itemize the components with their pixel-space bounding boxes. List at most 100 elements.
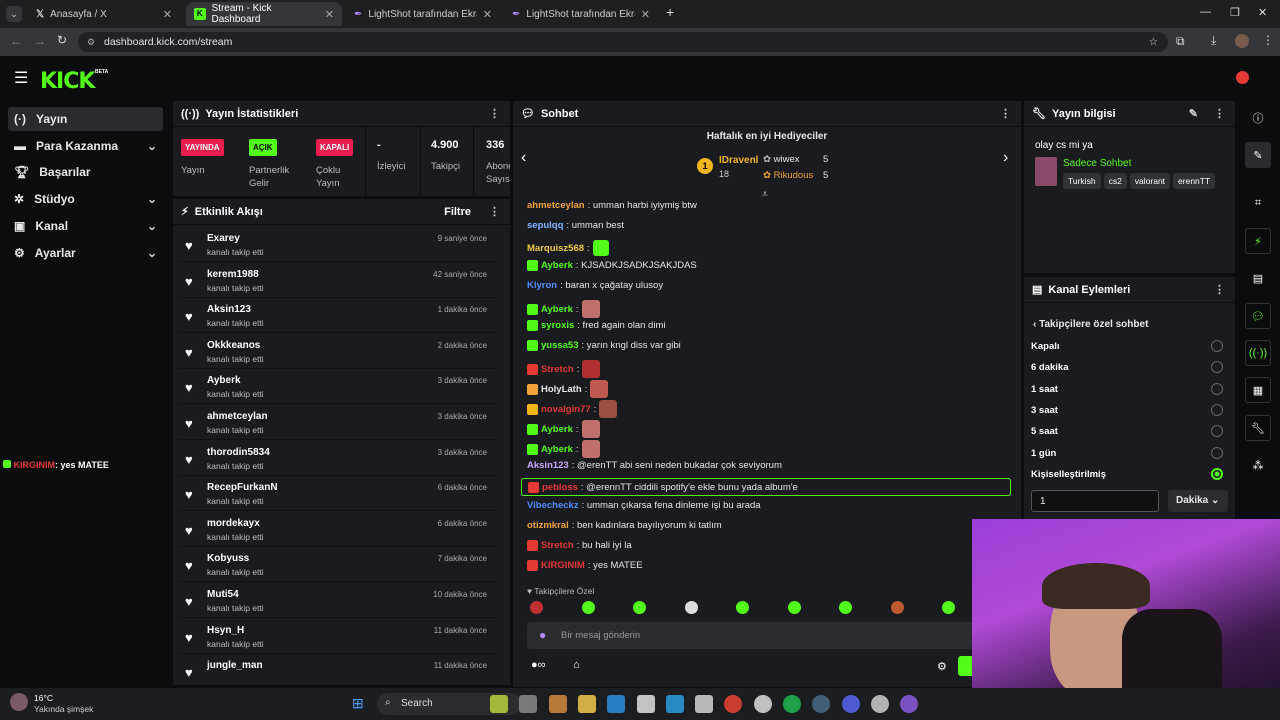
- store-icon[interactable]: [636, 695, 655, 713]
- follower-name[interactable]: Hsyn_H: [207, 625, 244, 636]
- sidebar-item-kanal[interactable]: ▣ Kanal ⌄: [8, 214, 163, 238]
- radio-button[interactable]: [1211, 425, 1223, 438]
- duration-option[interactable]: Kapalı: [1031, 340, 1231, 352]
- mic-icon[interactable]: ●: [539, 628, 546, 642]
- chat-username[interactable]: Ayberk: [541, 424, 573, 435]
- chat-message[interactable]: ahmetceylan: umman harbi iyiymiş btw: [527, 200, 697, 211]
- menu-icon[interactable]: ⋮: [1262, 33, 1274, 47]
- chat-message[interactable]: Ayberk:: [527, 440, 600, 458]
- chat-message[interactable]: Vibecheckz: umman çıkarsa fena dinleme i…: [527, 500, 761, 511]
- tab-twitter[interactable]: 𝕏 Anasayfa / X ✕: [28, 2, 180, 26]
- points-icon[interactable]: ●∞: [531, 659, 546, 671]
- custom-duration-input[interactable]: 1: [1031, 490, 1159, 512]
- chat-message[interactable]: KIRGINIM: yes MATEE: [527, 560, 643, 571]
- duration-option[interactable]: 5 saat: [1031, 425, 1231, 438]
- follower-name[interactable]: RecepFurkanN: [207, 482, 278, 493]
- broadcast-rail-icon[interactable]: ((·)): [1245, 340, 1271, 366]
- follower-name[interactable]: Aksin123: [207, 304, 251, 315]
- app2-icon[interactable]: [753, 695, 772, 713]
- chat-username[interactable]: Ayberk: [541, 444, 573, 455]
- duration-option[interactable]: 6 dakika: [1031, 361, 1231, 374]
- close-icon[interactable]: ✕: [325, 8, 334, 21]
- chat-username[interactable]: Vibecheckz: [527, 500, 579, 511]
- emote-icon[interactable]: [684, 601, 698, 614]
- pen-icon[interactable]: ✎: [1245, 142, 1271, 168]
- kebab-menu-icon[interactable]: ⋮: [489, 107, 500, 120]
- category-link[interactable]: Sadece Sohbet: [1063, 158, 1131, 169]
- chat-message[interactable]: Ayberk:: [527, 420, 600, 438]
- chat-message[interactable]: sepulqq: umman best: [527, 220, 624, 231]
- tab-search-icon[interactable]: ⌄: [6, 6, 22, 22]
- chat-message[interactable]: Stretch: bu hali iyi la: [527, 540, 632, 551]
- obs-icon[interactable]: [870, 695, 889, 713]
- kick-logo[interactable]: KICK: [40, 69, 95, 94]
- copilot-icon[interactable]: [548, 695, 567, 713]
- chat-username[interactable]: Marquisz568: [527, 243, 584, 254]
- store-icon[interactable]: ⌂: [573, 659, 580, 671]
- chat-username[interactable]: Stretch: [541, 540, 574, 551]
- emote-icon[interactable]: [736, 601, 749, 614]
- chat-username[interactable]: HolyLath: [541, 384, 582, 395]
- emote-icon[interactable]: [581, 601, 595, 614]
- taskview-icon[interactable]: [519, 695, 538, 713]
- extensions-icon[interactable]: ⧉: [1176, 34, 1185, 49]
- follower-name[interactable]: mordekayx: [207, 518, 260, 529]
- minimize-icon[interactable]: —: [1200, 6, 1211, 18]
- send-button[interactable]: [958, 656, 972, 676]
- chat-username[interactable]: ahmetceylan: [527, 200, 585, 211]
- emote-icon[interactable]: [633, 601, 646, 614]
- follower-name[interactable]: jungle_man: [207, 660, 263, 671]
- site-info-icon[interactable]: ⚙: [87, 32, 95, 52]
- chat-username[interactable]: yussa53: [541, 340, 579, 351]
- duration-option[interactable]: 3 saat: [1031, 403, 1231, 416]
- chat-username[interactable]: syroxis: [541, 320, 574, 331]
- sidebar-item-para-kazanma[interactable]: ▬ Para Kazanma ⌄: [8, 134, 163, 158]
- dashboard-rail-icon[interactable]: ▦: [1245, 377, 1271, 403]
- document-icon[interactable]: ▤: [1245, 265, 1271, 291]
- emote-icon[interactable]: [530, 601, 543, 614]
- close-window-icon[interactable]: ✕: [1258, 6, 1267, 19]
- collapse-icon[interactable]: ⩡: [762, 189, 768, 200]
- chat-username[interactable]: novalgin77: [541, 404, 591, 415]
- follower-name[interactable]: thorodin5834: [207, 447, 270, 458]
- widget-icon[interactable]: [490, 695, 508, 713]
- filter-button[interactable]: Filtre: [444, 206, 471, 218]
- chat-input[interactable]: ● Bir mesaj gönderin: [527, 622, 987, 649]
- address-bar[interactable]: ⚙ dashboard.kick.com/stream ☆: [78, 32, 1168, 52]
- chat-settings-icon[interactable]: ⚙: [937, 660, 947, 673]
- close-icon[interactable]: ✕: [483, 8, 492, 21]
- back-icon[interactable]: ←: [10, 34, 22, 48]
- radio-button[interactable]: [1211, 403, 1223, 416]
- chat-message[interactable]: Aksin123: @erenTT abi seni neden bukadar…: [527, 460, 782, 471]
- chat-message[interactable]: yussa53: yarın kngl diss var gibi: [527, 340, 681, 351]
- sidebar-item-studyo[interactable]: ✲ Stüdyo ⌄: [8, 187, 163, 211]
- forward-icon[interactable]: →: [34, 34, 46, 48]
- chat-rail-icon[interactable]: 💬︎: [1245, 303, 1271, 329]
- radio-button[interactable]: [1211, 446, 1223, 459]
- edit-icon[interactable]: ✎: [1189, 107, 1198, 120]
- emote-icon[interactable]: [942, 601, 955, 614]
- unit-select[interactable]: Dakika ⌄: [1168, 490, 1228, 512]
- radio-button[interactable]: [1211, 467, 1223, 480]
- kebab-menu-icon[interactable]: ⋮: [1214, 283, 1225, 296]
- bookmark-star-icon[interactable]: ☆: [1149, 32, 1158, 52]
- radio-button[interactable]: [1211, 382, 1223, 395]
- follower-name[interactable]: ahmetceylan: [207, 411, 268, 422]
- chat-username[interactable]: pebloss: [542, 482, 578, 493]
- maximize-icon[interactable]: ❐: [1230, 6, 1240, 19]
- tab-lightshot-1[interactable]: ✒ LightShot tarafından Ekran Gör ✕: [346, 2, 500, 26]
- new-tab-icon[interactable]: +: [666, 4, 674, 20]
- nodes-icon[interactable]: ⁂: [1245, 452, 1271, 478]
- chat-message[interactable]: Klyron: baran x çağatay ulusoy: [527, 280, 663, 291]
- bolt-rail-icon[interactable]: ⚡︎: [1245, 228, 1271, 254]
- scan-icon[interactable]: ⌗: [1245, 190, 1271, 216]
- windows-start-icon[interactable]: ⊞: [352, 695, 364, 712]
- chat-message[interactable]: Ayberk:: [527, 300, 600, 318]
- chat-username[interactable]: otizmkral: [527, 520, 569, 531]
- sidebar-item-basarilar[interactable]: 🏆︎ Başarılar: [8, 160, 163, 184]
- chat-message[interactable]: otizmkral: ben kadınlara bayılıyorum ki …: [527, 520, 722, 531]
- close-icon[interactable]: ✕: [641, 8, 650, 21]
- follower-name[interactable]: Kobyuss: [207, 553, 249, 564]
- follower-name[interactable]: Exarey: [207, 233, 240, 244]
- chat-username[interactable]: Aksin123: [527, 460, 569, 471]
